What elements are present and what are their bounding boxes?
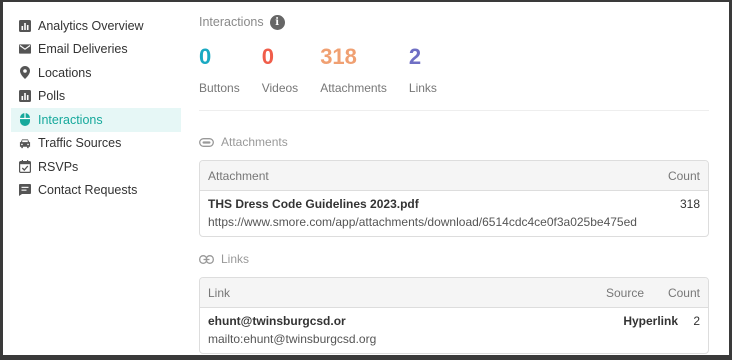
stat-buttons: 0 Buttons <box>199 44 240 95</box>
interactions-header: Interactions i <box>199 14 709 30</box>
sidebar-item-traffic-sources[interactable]: Traffic Sources <box>11 132 181 156</box>
link-source: Hyperlink <box>623 314 678 328</box>
sidebar-item-label: Locations <box>38 65 92 80</box>
interaction-stats: 0 Buttons 0 Videos 318 Attachments 2 Lin… <box>199 44 709 95</box>
links-title: Links <box>221 252 250 266</box>
column-header-source: Source <box>605 285 644 300</box>
table-header: Link Source Count <box>200 278 708 308</box>
sidebar-item-label: Traffic Sources <box>38 136 122 151</box>
attachments-title: Attachments <box>221 135 288 149</box>
sidebar-item-label: Email Deliveries <box>38 42 128 57</box>
links-header: Links <box>199 252 709 266</box>
links-table: Link Source Count ehunt@twinsburgcsd.or … <box>199 277 709 354</box>
column-header-count: Count <box>667 168 700 183</box>
sidebar-item-label: Contact Requests <box>38 183 138 198</box>
calendar-check-icon <box>19 160 31 174</box>
interactions-panel: Interactions i 0 Buttons 0 Videos 318 At… <box>199 14 709 95</box>
envelope-icon <box>19 43 31 55</box>
interactions-title: Interactions <box>199 15 264 29</box>
stat-value: 2 <box>408 44 422 69</box>
sidebar-item-locations[interactable]: Locations <box>11 61 181 85</box>
column-header-count: Count <box>667 285 700 300</box>
stat-value: 0 <box>199 44 212 69</box>
message-icon <box>19 184 31 197</box>
stat-value: 318 <box>320 44 357 69</box>
sidebar-item-email-deliveries[interactable]: Email Deliveries <box>11 38 181 62</box>
table-row[interactable]: ehunt@twinsburgcsd.or mailto:ehunt@twins… <box>200 308 708 353</box>
link-url[interactable]: mailto:ehunt@twinsburgcsd.org <box>208 332 623 346</box>
info-icon[interactable]: i <box>269 14 285 30</box>
bar-chart-icon <box>19 19 31 32</box>
analytics-sidebar: Analytics Overview Email Deliveries Loca… <box>11 14 181 202</box>
sidebar-item-polls[interactable]: Polls <box>11 85 181 109</box>
sidebar-item-rsvps[interactable]: RSVPs <box>11 155 181 179</box>
stat-label: Links <box>408 81 437 95</box>
stat-label: Attachments <box>320 81 387 95</box>
attachment-count: 318 <box>679 197 700 211</box>
attachment-name: THS Dress Code Guidelines 2023.pdf <box>208 197 419 211</box>
paperclip-icon <box>199 137 214 147</box>
section-divider <box>199 110 709 111</box>
stat-value: 0 <box>261 44 274 69</box>
sidebar-item-contact-requests[interactable]: Contact Requests <box>11 179 181 203</box>
attachments-header: Attachments <box>199 135 709 149</box>
column-header-attachment: Attachment <box>208 168 269 183</box>
stat-videos: 0 Videos <box>262 44 298 95</box>
table-row[interactable]: THS Dress Code Guidelines 2023.pdf https… <box>200 191 708 236</box>
sidebar-item-label: Interactions <box>38 112 103 127</box>
bar-chart-icon <box>19 90 31 103</box>
stat-links: 2 Links <box>409 44 437 95</box>
attachments-table: Attachment Count THS Dress Code Guidelin… <box>199 160 709 237</box>
link-icon <box>199 254 214 264</box>
attachment-url[interactable]: https://www.smore.com/app/attachments/do… <box>208 215 680 229</box>
attachments-section: Attachments Attachment Count THS Dress C… <box>199 135 709 237</box>
link-count: 2 <box>693 314 700 328</box>
table-header: Attachment Count <box>200 161 708 191</box>
stat-label: Buttons <box>199 81 240 95</box>
sidebar-item-label: Polls <box>38 89 66 104</box>
car-icon <box>19 137 31 149</box>
sidebar-item-analytics-overview[interactable]: Analytics Overview <box>11 14 181 38</box>
stat-attachments: 318 Attachments <box>320 44 387 95</box>
sidebar-item-label: Analytics Overview <box>38 18 144 33</box>
stat-label: Videos <box>261 81 299 95</box>
sidebar-item-label: RSVPs <box>38 159 79 174</box>
mouse-icon <box>19 113 31 127</box>
column-header-link: Link <box>208 285 231 300</box>
map-pin-icon <box>19 66 31 80</box>
link-name: ehunt@twinsburgcsd.or <box>208 314 346 328</box>
links-section: Links Link Source Count ehunt@twinsburgc… <box>199 252 709 354</box>
sidebar-item-interactions[interactable]: Interactions <box>11 108 181 132</box>
